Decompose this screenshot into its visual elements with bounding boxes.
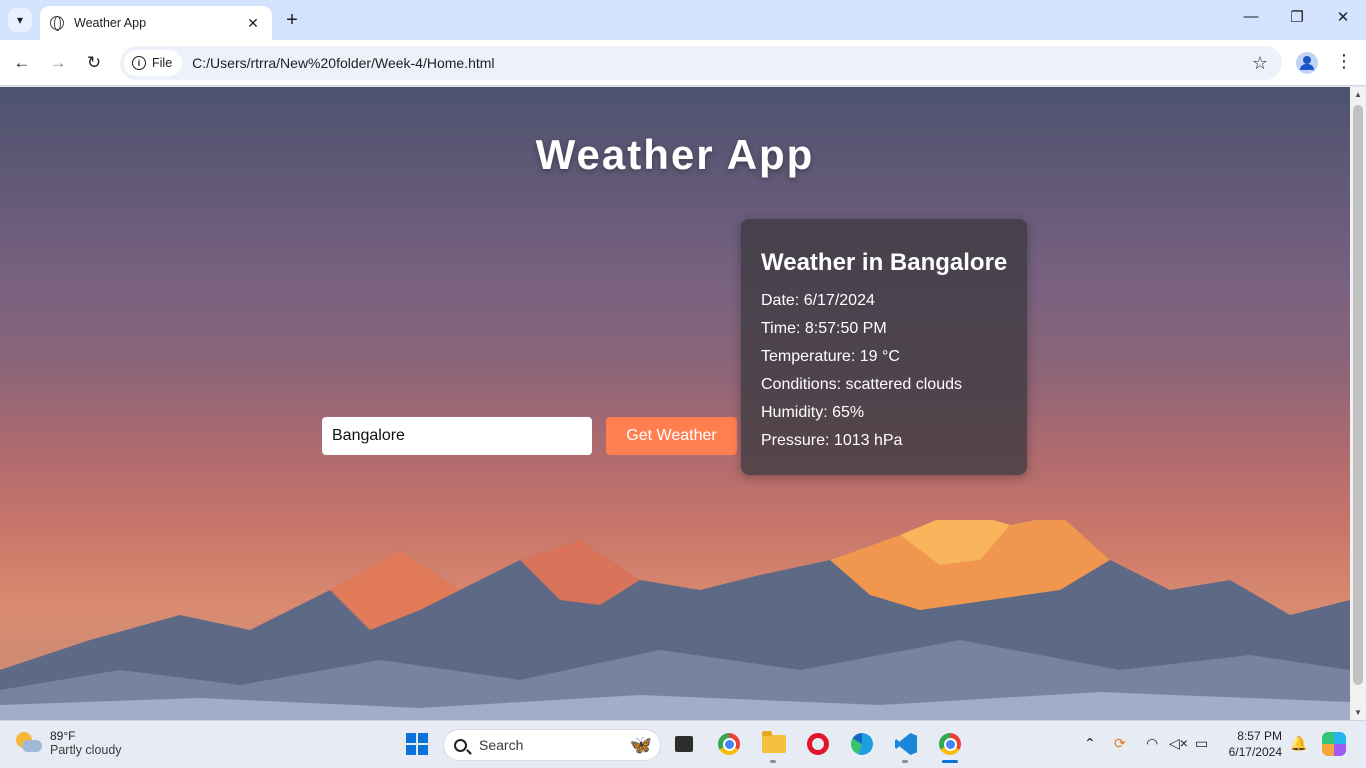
vscode-running-indicator (902, 760, 908, 763)
profile-avatar-icon[interactable] (1296, 52, 1318, 74)
weather-date: Date: 6/17/2024 (761, 292, 875, 309)
microsoft-store-icon[interactable] (671, 731, 697, 757)
partly-cloudy-icon (14, 730, 42, 756)
chrome-icon[interactable] (716, 731, 742, 757)
sync-icon[interactable]: ⟳ (1114, 735, 1126, 752)
browser-menu-icon[interactable]: ⋮ (1334, 51, 1354, 72)
search-icon (454, 738, 467, 752)
taskbar-weather-widget[interactable]: 89°F Partly cloudy (14, 729, 122, 757)
mountain-background (0, 520, 1350, 720)
get-weather-button[interactable]: Get Weather (606, 417, 737, 455)
weather-heading: Weather in Bangalore (761, 249, 1008, 276)
page-viewport: Weather App Get Weather Weather in Banga… (0, 87, 1350, 720)
explorer-running-indicator (770, 760, 776, 763)
restore-icon[interactable]: ❐ (1274, 8, 1320, 26)
page-title: Weather App (535, 131, 815, 178)
browser-toolbar: ← → ↻ i File C:/Users/rtrra/New%20folder… (0, 40, 1366, 86)
taskbar-search-label: Search (479, 737, 524, 753)
globe-icon (50, 16, 64, 31)
volume-muted-icon[interactable]: ◁× (1169, 735, 1188, 752)
taskbar-weather-temp: 89°F (50, 729, 76, 743)
tab-title: Weather App (74, 16, 147, 30)
file-explorer-icon[interactable] (761, 731, 787, 757)
info-icon: i (132, 56, 146, 70)
notification-bell-icon[interactable]: 🔔 (1290, 735, 1307, 752)
address-bar[interactable]: i File C:/Users/rtrra/New%20folder/Week-… (120, 46, 1282, 80)
weather-conditions: Conditions: scattered clouds (761, 376, 962, 393)
wifi-icon[interactable]: ◠ (1146, 735, 1158, 752)
windows-start-icon[interactable] (404, 731, 430, 757)
browser-tab[interactable]: Weather App ✕ (40, 6, 272, 40)
site-info-label: File (152, 56, 173, 70)
edge-icon[interactable] (849, 731, 875, 757)
minimize-icon[interactable]: — (1228, 8, 1274, 25)
weather-result-card: Weather in Bangalore Date: 6/17/2024 Tim… (741, 219, 1027, 475)
reload-icon[interactable]: ↻ (82, 51, 106, 75)
chrome-active-icon[interactable] (937, 731, 963, 757)
scroll-down-arrow-icon[interactable]: ▼ (1350, 708, 1366, 717)
battery-icon[interactable]: ▭ (1195, 735, 1208, 752)
taskbar-search-box[interactable]: Search 🦋 (443, 729, 661, 761)
page-scrollbar[interactable]: ▲ ▼ (1350, 87, 1366, 720)
weather-humidity: Humidity: 65% (761, 404, 865, 421)
forward-arrow-icon[interactable]: → (46, 51, 70, 75)
weather-temperature: Temperature: 19 °C (761, 348, 900, 365)
new-tab-button[interactable]: + (282, 9, 302, 31)
url-text[interactable]: C:/Users/rtrra/New%20folder/Week-4/Home.… (192, 55, 1252, 71)
back-arrow-icon[interactable]: ← (10, 51, 34, 75)
scroll-up-arrow-icon[interactable]: ▲ (1350, 90, 1366, 99)
opera-icon[interactable] (805, 731, 831, 757)
weather-time: Time: 8:57:50 PM (761, 320, 887, 337)
butterfly-icon: 🦋 (629, 735, 652, 755)
clock-date: 6/17/2024 (1228, 745, 1282, 759)
tray-chevron-up-icon[interactable]: ⌃ (1084, 735, 1096, 752)
scrollbar-thumb[interactable] (1353, 105, 1363, 685)
bookmark-star-icon[interactable]: ☆ (1252, 53, 1268, 74)
windows-taskbar: 89°F Partly cloudy Search 🦋 ⌃ ⟳ ◠ ◁× ▭ 8… (0, 720, 1366, 768)
taskbar-clock[interactable]: 8:57 PM 6/17/2024 (1222, 728, 1282, 760)
taskbar-weather-condition: Partly cloudy (50, 743, 122, 757)
close-window-icon[interactable]: ✕ (1320, 8, 1366, 26)
tab-search-chevron-icon[interactable]: ▾ (8, 8, 32, 32)
chrome-active-indicator (942, 760, 958, 763)
clock-time: 8:57 PM (1237, 729, 1282, 743)
browser-tab-bar: ▾ Weather App ✕ + — ❐ ✕ (0, 0, 1366, 40)
copilot-icon[interactable] (1322, 732, 1346, 756)
city-search-input[interactable] (322, 417, 592, 455)
site-info-chip[interactable]: i File (124, 50, 183, 76)
weather-pressure: Pressure: 1013 hPa (761, 432, 903, 449)
tab-close-icon[interactable]: ✕ (244, 15, 262, 32)
vscode-icon[interactable] (893, 731, 919, 757)
